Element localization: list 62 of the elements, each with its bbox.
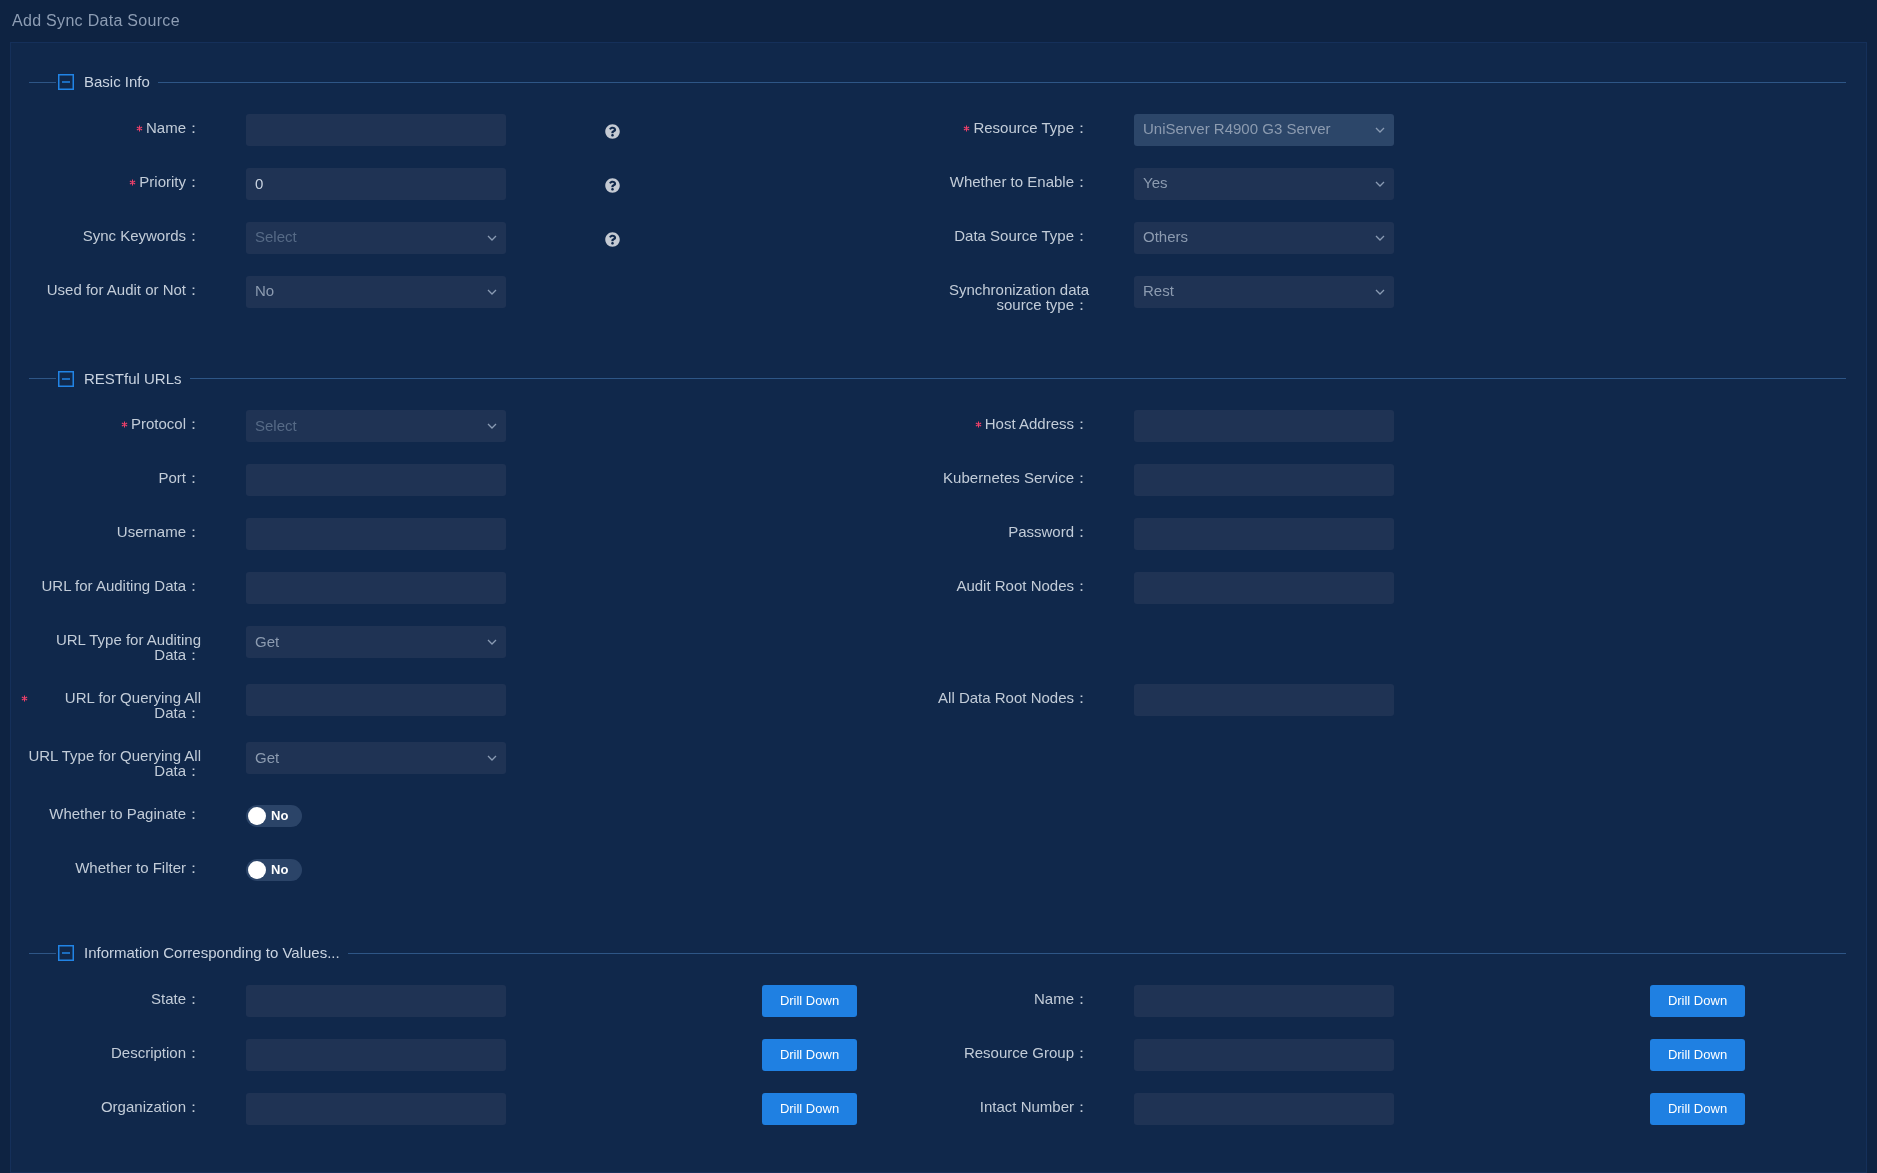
field-label: Sync Keywords： [82, 227, 201, 243]
collapse-icon[interactable] [58, 74, 74, 91]
field-label: Organization： [100, 1098, 201, 1114]
section-title: Basic Info [84, 72, 150, 92]
field-label: Intact Number： [979, 1098, 1089, 1114]
drill-down-button[interactable]: Drill Down [762, 984, 857, 1017]
chevron-down-icon [487, 234, 497, 241]
field-label: Kubernetes Service： [943, 470, 1089, 485]
select-dropdown[interactable]: Rest [1134, 275, 1394, 308]
drill-down-button[interactable]: Drill Down [762, 1092, 857, 1125]
field-label: Synchronization data source type： [947, 281, 1089, 312]
field-label: Audit Root Nodes： [956, 578, 1089, 593]
toggle-switch[interactable]: No [246, 859, 302, 881]
chevron-down-icon [487, 639, 497, 645]
chevron-down-icon [487, 755, 497, 761]
chevron-down-icon [1375, 180, 1385, 187]
select-dropdown[interactable]: Yes [1134, 167, 1394, 200]
field-label: Name： [146, 119, 201, 135]
select-dropdown[interactable]: No [246, 275, 506, 308]
field-label: Protocol： [130, 416, 201, 431]
select-dropdown[interactable]: Get [246, 742, 506, 774]
field-label: URL for Querying All Data： [63, 690, 201, 720]
field-label: URL Type for Auditing Data： [54, 632, 201, 662]
help-icon[interactable] [605, 231, 620, 247]
field-label: Host Address： [984, 416, 1089, 431]
field-label: Password： [1008, 524, 1089, 539]
field-label: All Data Root Nodes： [938, 690, 1089, 705]
chevron-down-icon [487, 423, 497, 429]
drill-down-button[interactable]: Drill Down [1650, 984, 1745, 1017]
select-dropdown[interactable]: Others [1134, 221, 1394, 254]
field-label: URL for Auditing Data： [41, 578, 201, 593]
field-label: Data Source Type： [954, 227, 1089, 243]
drill-down-button[interactable]: Drill Down [762, 1038, 857, 1071]
text-field[interactable]: 0 [246, 167, 506, 200]
section-title: Information Corresponding to Values... [84, 943, 340, 963]
field-label: URL Type for Querying All Data： [27, 748, 201, 778]
toggle-switch[interactable]: No [246, 805, 302, 827]
field-label: Port： [158, 470, 201, 485]
chevron-down-icon [1375, 288, 1385, 295]
chevron-down-icon [1375, 234, 1385, 241]
field-label: Whether to Paginate： [49, 806, 201, 821]
select-dropdown[interactable]: Get [246, 626, 506, 658]
field-label: Used for Audit or Not： [46, 281, 201, 297]
drill-down-button[interactable]: Drill Down [1650, 1038, 1745, 1071]
drill-down-button[interactable]: Drill Down [1650, 1092, 1745, 1125]
collapse-icon[interactable] [58, 370, 74, 387]
section-title: RESTful URLs [84, 368, 182, 389]
field-label: Whether to Enable： [949, 173, 1089, 189]
field-label: Username： [116, 524, 201, 539]
field-label: Priority： [139, 173, 201, 189]
field-label: Resource Group： [963, 1044, 1089, 1060]
collapse-icon[interactable] [58, 945, 74, 962]
chevron-down-icon [1375, 126, 1385, 133]
help-icon[interactable] [605, 177, 620, 193]
field-label: Description： [110, 1044, 201, 1060]
page-title: Add Sync Data Source [12, 11, 180, 31]
field-label: Whether to Filter： [75, 860, 201, 875]
chevron-down-icon [487, 288, 497, 295]
help-icon[interactable] [605, 123, 620, 139]
field-label: Name： [1034, 990, 1089, 1006]
field-label: Resource Type： [973, 119, 1089, 135]
field-label: State： [150, 990, 201, 1006]
